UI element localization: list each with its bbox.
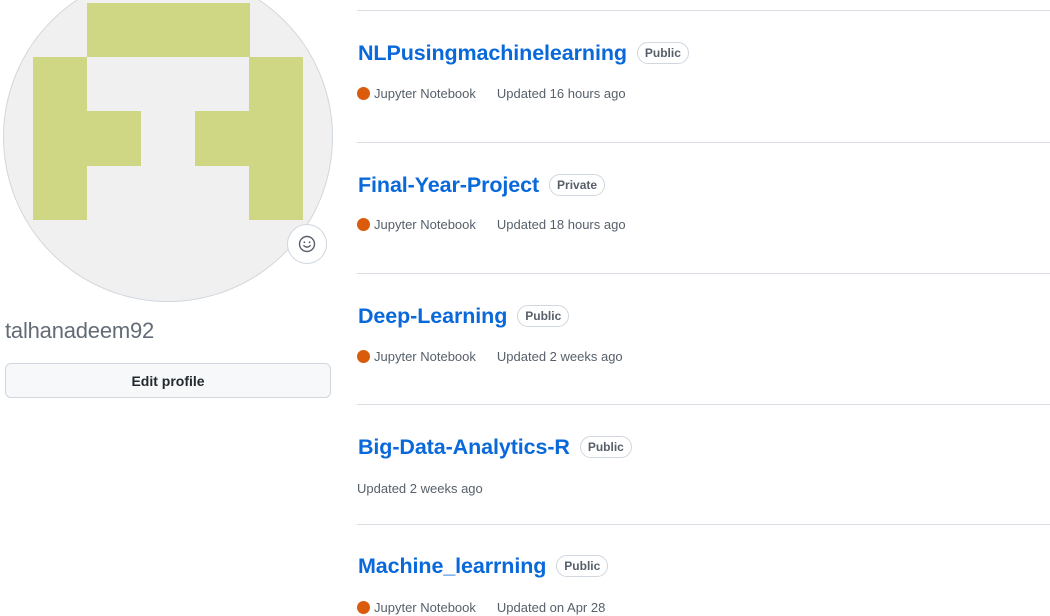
identicon-block (87, 3, 250, 57)
identicon-block (195, 111, 249, 166)
repo-language: Jupyter Notebook (374, 217, 476, 232)
repo-item: Big-Data-Analytics-R Public Updated 2 we… (357, 405, 1050, 525)
repo-language: Jupyter Notebook (374, 349, 476, 364)
repo-item: Machine_learrning Public Jupyter Noteboo… (357, 525, 1050, 616)
edit-profile-button[interactable]: Edit profile (5, 363, 331, 398)
language-color-dot (357, 87, 370, 100)
repo-updated: Updated 18 hours ago (496, 217, 626, 232)
repo-item: NLPusingmachinelearning Public Jupyter N… (357, 11, 1050, 143)
repo-name-link[interactable]: Big-Data-Analytics-R (358, 435, 570, 460)
avatar[interactable] (4, 0, 332, 301)
language-color-dot (357, 218, 370, 231)
username: talhanadeem92 (5, 318, 155, 343)
visibility-badge: Public (636, 41, 689, 64)
visibility-badge: Public (556, 554, 609, 577)
repo-name-link[interactable]: Final-Year-Project (358, 173, 539, 198)
repo-language: Jupyter Notebook (374, 600, 476, 615)
smiley-icon (298, 235, 316, 253)
repo-updated: Updated on Apr 28 (496, 600, 606, 615)
visibility-badge: Public (517, 304, 570, 327)
identicon-block (249, 57, 303, 220)
identicon-block (87, 111, 141, 166)
repo-item: Final-Year-Project Private Jupyter Noteb… (357, 143, 1050, 274)
identicon-block (33, 57, 87, 220)
repo-name-link[interactable]: NLPusingmachinelearning (358, 41, 627, 66)
repo-updated: Updated 2 weeks ago (357, 481, 483, 496)
repo-name-link[interactable]: Machine_learrning (358, 554, 546, 579)
language-color-dot (357, 601, 370, 614)
visibility-badge: Private (549, 173, 606, 196)
repo-language: Jupyter Notebook (374, 86, 476, 101)
repo-name-link[interactable]: Deep-Learning (358, 304, 507, 329)
language-color-dot (357, 350, 370, 363)
repo-updated: Updated 2 weeks ago (496, 349, 623, 364)
set-status-button[interactable] (287, 224, 327, 264)
visibility-badge: Public (579, 435, 632, 458)
repo-updated: Updated 16 hours ago (496, 86, 626, 101)
profile-page: talhanadeem92 Edit profile NLPusingmachi… (0, 0, 1050, 616)
repo-item: Deep-Learning Public Jupyter Notebook Up… (357, 274, 1050, 405)
